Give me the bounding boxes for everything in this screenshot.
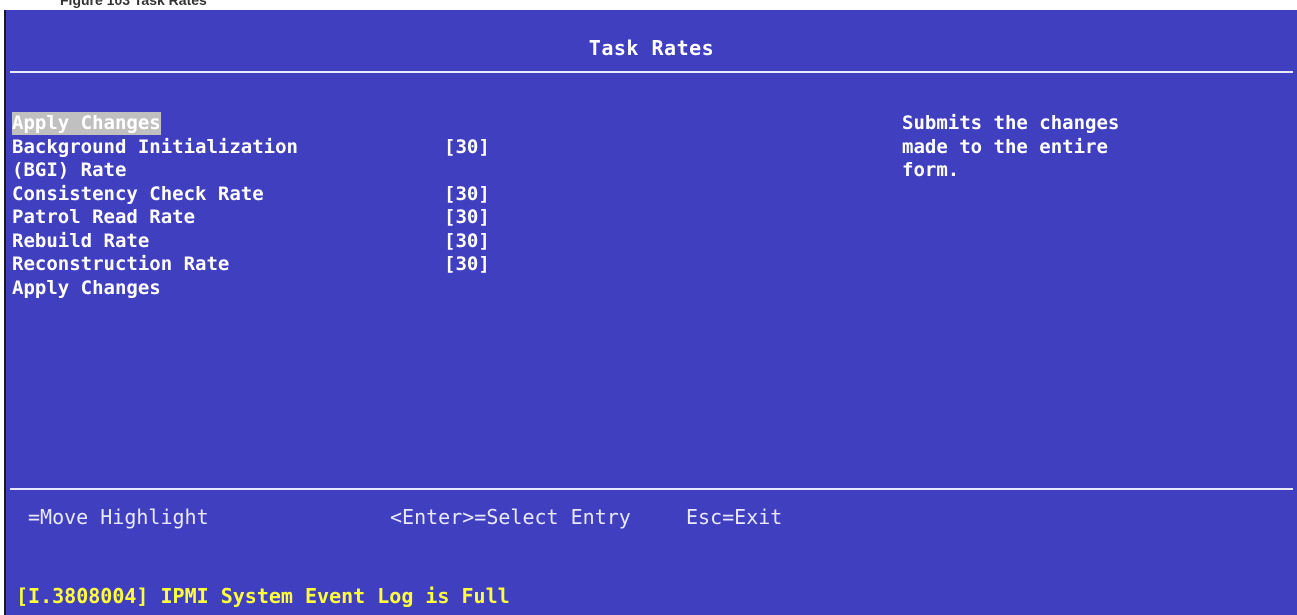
menu-item-label: Reconstruction Rate [12,253,230,275]
menu-item-label: Rebuild Rate [12,229,150,252]
select-entry-hint: <Enter>=Select Entry [390,505,631,529]
title-divider [10,71,1293,73]
menu-item-reconstruction-rate[interactable]: Reconstruction Rate [30] [12,253,572,277]
menu-item-bgi-rate[interactable]: Background Initialization [30] [12,136,572,160]
status-message: [I.3808004] IPMI System Event Log is Ful… [16,584,510,608]
task-rates-menu: Apply Changes Background Initialization … [12,112,572,300]
menu-item-label: Consistency Check Rate [12,182,264,205]
menu-item-apply-changes-bottom[interactable]: Apply Changes [12,277,572,301]
figure-caption: Figure 103 Task Rates [60,0,207,8]
menu-item-value[interactable]: [30] [444,183,490,206]
help-text: Submits the changes made to the entire f… [902,112,1120,181]
menu-item-apply-changes-top[interactable]: Apply Changes [12,112,572,136]
bios-screen: Task Rates Apply Changes Background Init… [4,10,1297,615]
menu-item-bgi-rate-continued: (BGI) Rate [12,159,572,183]
menu-item-label: Apply Changes [12,112,161,135]
menu-item-label: (BGI) Rate [12,159,127,181]
page-title: Task Rates [588,36,715,60]
menu-item-rebuild-rate[interactable]: Rebuild Rate [30] [12,230,572,254]
footer-divider [10,488,1293,490]
menu-item-value[interactable]: [30] [444,206,490,229]
exit-hint: Esc=Exit [686,505,783,529]
menu-item-value[interactable]: [30] [444,136,490,159]
menu-item-consistency-check-rate[interactable]: Consistency Check Rate [30] [12,183,572,207]
move-highlight-hint: =Move Highlight [28,505,209,529]
menu-item-label: Background Initialization [12,135,298,158]
menu-item-label: Apply Changes [12,276,161,299]
menu-item-value[interactable]: [30] [444,230,490,253]
menu-item-label: Patrol Read Rate [12,206,196,228]
menu-item-value[interactable]: [30] [444,253,490,276]
menu-item-patrol-read-rate[interactable]: Patrol Read Rate [30] [12,206,572,230]
key-hints-bar: =Move Highlight <Enter>=Select Entry Esc… [6,504,1297,530]
